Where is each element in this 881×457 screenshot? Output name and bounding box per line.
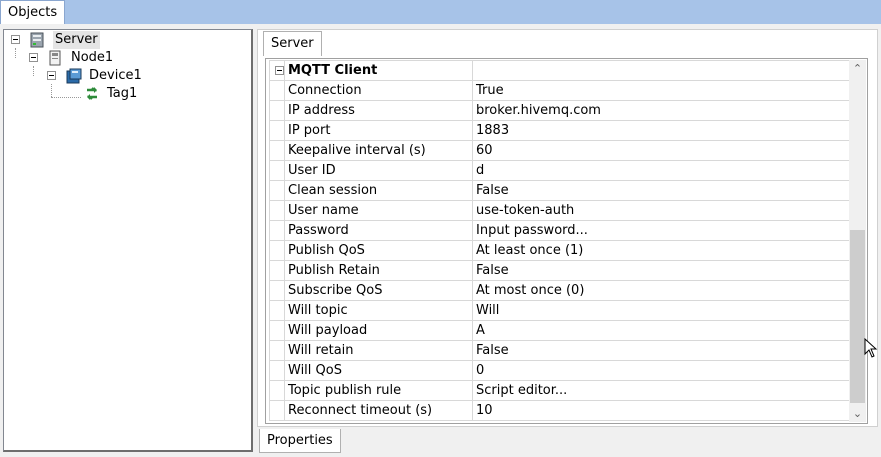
category-value (472, 60, 851, 81)
tree-connector (51, 97, 81, 98)
property-value[interactable]: d (472, 160, 851, 181)
property-name: IP address (284, 100, 473, 121)
category-label: MQTT Client (284, 60, 473, 81)
property-name: Topic publish rule (284, 380, 473, 401)
grid-gutter (269, 380, 285, 401)
tab-server[interactable]: Server (263, 31, 322, 56)
property-row[interactable]: Will topic Will (269, 300, 851, 321)
property-value[interactable]: False (472, 340, 851, 361)
property-row[interactable]: Clean session False (269, 180, 851, 201)
tree-label: Tag1 (107, 86, 138, 101)
property-name: IP port (284, 120, 473, 141)
property-row[interactable]: Connection True (269, 80, 851, 101)
property-row[interactable]: User ID d (269, 160, 851, 181)
tree-connector (33, 66, 34, 76)
grid-gutter (269, 360, 285, 381)
property-name: Reconnect timeout (s) (284, 400, 473, 421)
property-name: Clean session (284, 180, 473, 201)
tree-label: Node1 (71, 50, 114, 65)
scroll-thumb[interactable] (850, 230, 865, 403)
property-name: User ID (284, 160, 473, 181)
property-name: Subscribe QoS (284, 280, 473, 301)
grid-gutter (269, 120, 285, 141)
property-name: Publish Retain (284, 260, 473, 281)
collapse-icon[interactable] (29, 53, 38, 62)
grid-gutter (269, 140, 285, 161)
scroll-down-icon[interactable]: ⌄ (849, 405, 866, 422)
property-value[interactable]: Will (472, 300, 851, 321)
property-value[interactable]: True (472, 80, 851, 101)
property-name: Will retain (284, 340, 473, 361)
property-name: Connection (284, 80, 473, 101)
property-row[interactable]: Publish Retain False (269, 260, 851, 281)
property-row[interactable]: Publish QoS At least once (1) (269, 240, 851, 261)
property-row[interactable]: Password Input password... (269, 220, 851, 241)
device-icon (66, 68, 82, 84)
tag-icon (86, 87, 98, 100)
grid-gutter (269, 200, 285, 221)
property-value[interactable]: Input password... (472, 220, 851, 241)
property-row[interactable]: User name use-token-auth (269, 200, 851, 221)
property-value[interactable]: use-token-auth (472, 200, 851, 221)
property-name: Will QoS (284, 360, 473, 381)
grid-gutter (269, 340, 285, 361)
objects-header-bar (0, 0, 881, 24)
property-value[interactable]: At least once (1) (472, 240, 851, 261)
property-value[interactable]: False (472, 180, 851, 201)
grid-gutter (269, 280, 285, 301)
property-grid: MQTT Client Connection True IP address brok… (269, 60, 851, 421)
grid-gutter (269, 220, 285, 241)
property-name: User name (284, 200, 473, 221)
collapse-icon[interactable] (275, 66, 284, 75)
property-row[interactable]: Will QoS 0 (269, 360, 851, 381)
vertical-scrollbar[interactable]: ⌃ ⌄ (849, 60, 866, 422)
property-name: Will topic (284, 300, 473, 321)
grid-gutter (269, 240, 285, 261)
mouse-cursor-icon (864, 338, 878, 358)
grid-gutter (269, 320, 285, 341)
tab-objects[interactable]: Objects (0, 0, 66, 24)
property-name: Keepalive interval (s) (284, 140, 473, 161)
grid-gutter (269, 300, 285, 321)
collapse-icon[interactable] (11, 35, 20, 44)
grid-gutter (269, 400, 285, 421)
property-value[interactable]: 60 (472, 140, 851, 161)
server-icon (30, 32, 44, 48)
property-name: Publish QoS (284, 240, 473, 261)
grid-gutter (269, 60, 285, 81)
scroll-up-icon[interactable]: ⌃ (849, 60, 866, 77)
grid-gutter (269, 260, 285, 281)
property-row[interactable]: Will payload A (269, 320, 851, 341)
property-row[interactable]: Will retain False (269, 340, 851, 361)
category-row-mqtt-client[interactable]: MQTT Client (269, 60, 851, 81)
property-value[interactable]: A (472, 320, 851, 341)
grid-gutter (269, 80, 285, 101)
tree-label: Device1 (89, 68, 142, 83)
property-value[interactable]: 10 (472, 400, 851, 421)
property-value[interactable]: 1883 (472, 120, 851, 141)
property-name: Password (284, 220, 473, 241)
property-value[interactable]: At most once (0) (472, 280, 851, 301)
grid-gutter (269, 180, 285, 201)
tree-connector (15, 48, 16, 58)
tree-connector (51, 84, 52, 97)
property-name: Will payload (284, 320, 473, 341)
property-row[interactable]: IP address broker.hivemq.com (269, 100, 851, 121)
property-value[interactable]: False (472, 260, 851, 281)
property-value[interactable]: Script editor... (472, 380, 851, 401)
object-tree-panel: Server Node1 Device1 Tag1 (3, 29, 253, 452)
property-value[interactable]: 0 (472, 360, 851, 381)
property-row[interactable]: Topic publish rule Script editor... (269, 380, 851, 401)
property-value[interactable]: broker.hivemq.com (472, 100, 851, 121)
property-row[interactable]: Keepalive interval (s) 60 (269, 140, 851, 161)
tree-label: Server (53, 31, 100, 49)
property-row[interactable]: IP port 1883 (269, 120, 851, 141)
grid-gutter (269, 160, 285, 181)
property-row[interactable]: Subscribe QoS At most once (0) (269, 280, 851, 301)
grid-gutter (269, 100, 285, 121)
collapse-icon[interactable] (47, 71, 56, 80)
tab-properties[interactable]: Properties (259, 429, 341, 453)
property-row[interactable]: Reconnect timeout (s) 10 (269, 400, 851, 421)
node-icon (49, 50, 61, 66)
